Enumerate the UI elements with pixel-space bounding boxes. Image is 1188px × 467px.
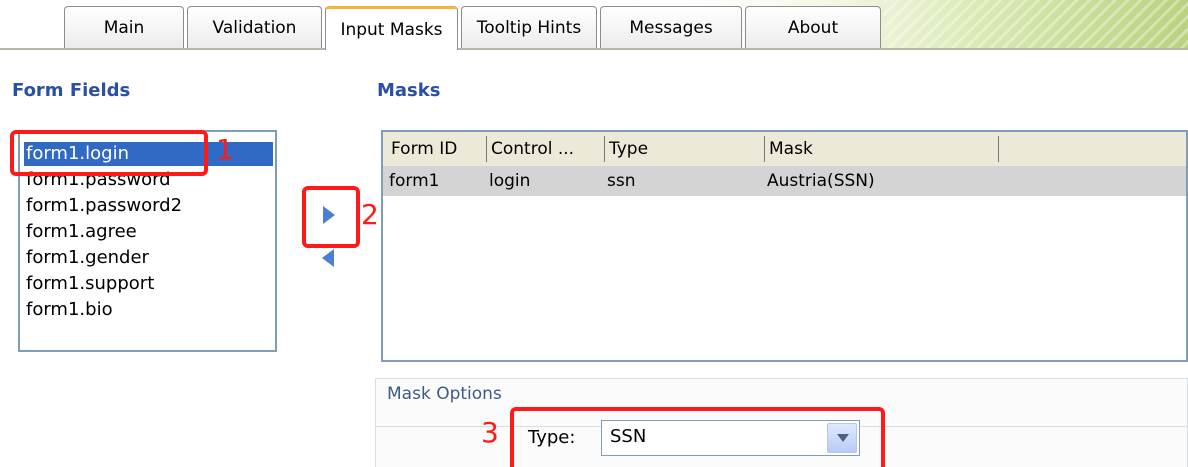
column-header-form-id[interactable]: Form ID <box>387 136 487 162</box>
cell-form-id: form1 <box>389 171 440 191</box>
list-item-form1-bio[interactable]: form1.bio <box>24 298 113 322</box>
form-fields-title: Form Fields <box>12 80 131 101</box>
column-header-control[interactable]: Control ... <box>487 136 605 162</box>
callout-number-2: 2 <box>361 198 379 231</box>
tab-validation[interactable]: Validation <box>187 6 322 48</box>
tab-main[interactable]: Main <box>64 6 184 48</box>
tabbar-decoration <box>884 0 1188 48</box>
list-item-form1-support[interactable]: form1.support <box>24 272 154 296</box>
masks-grid-header: Form ID Control ... Type Mask <box>383 132 1186 167</box>
masks-title: Masks <box>377 80 441 101</box>
callout-number-3: 3 <box>481 416 499 449</box>
column-header-mask[interactable]: Mask <box>765 136 999 162</box>
triangle-right-icon[interactable] <box>323 206 335 224</box>
list-item-form1-gender[interactable]: form1.gender <box>24 246 149 270</box>
masks-grid[interactable]: Form ID Control ... Type Mask form1 logi… <box>381 130 1188 362</box>
mask-options-title: Mask Options <box>387 384 502 404</box>
tab-bar: Main Validation Input Masks Tooltip Hint… <box>0 0 1188 50</box>
list-item-form1-password2[interactable]: form1.password2 <box>24 194 182 218</box>
tab-messages[interactable]: Messages <box>600 6 742 48</box>
callout-box-3 <box>510 407 885 467</box>
callout-number-1: 1 <box>216 133 234 166</box>
list-item-form1-agree[interactable]: form1.agree <box>24 220 137 244</box>
tab-about[interactable]: About <box>745 6 881 48</box>
column-header-type[interactable]: Type <box>605 136 765 162</box>
callout-box-1 <box>10 130 208 176</box>
tab-input-masks[interactable]: Input Masks <box>325 6 458 50</box>
triangle-left-icon[interactable] <box>322 249 334 267</box>
cell-type: ssn <box>607 171 636 191</box>
cell-mask: Austria(SSN) <box>767 171 875 191</box>
table-row[interactable]: form1 login ssn Austria(SSN) <box>383 166 1186 196</box>
tab-tooltip-hints[interactable]: Tooltip Hints <box>461 6 597 48</box>
cell-control: login <box>489 171 531 191</box>
